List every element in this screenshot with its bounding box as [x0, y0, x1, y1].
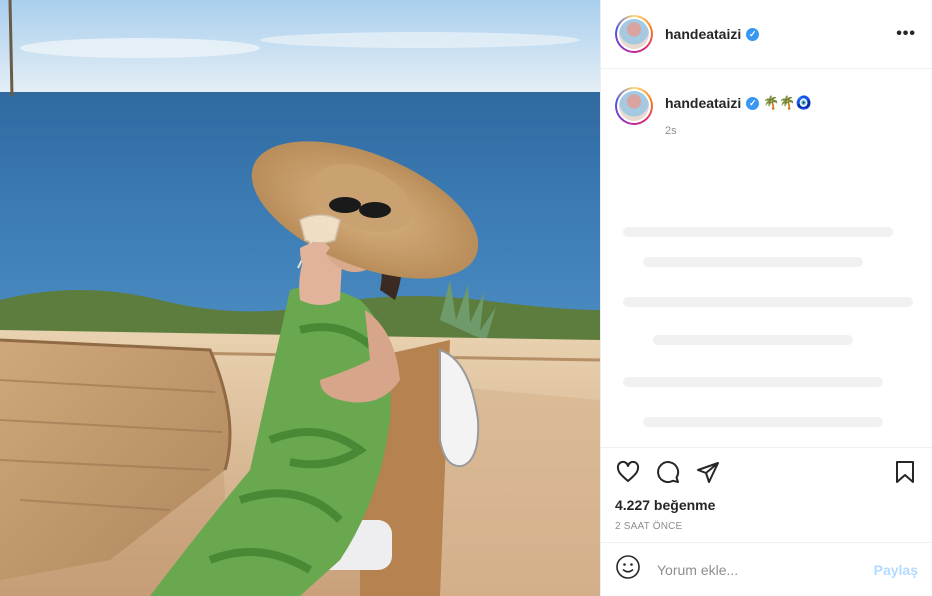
- bookmark-icon[interactable]: [892, 459, 918, 485]
- add-comment-bar: Paylaş: [601, 542, 932, 596]
- caption: handeataizi ✓ 🌴🌴🧿 2s: [615, 87, 918, 137]
- caption-avatar[interactable]: [615, 87, 653, 125]
- smiley-icon[interactable]: [615, 554, 641, 585]
- paper-plane-icon[interactable]: [695, 459, 721, 485]
- comment-input[interactable]: [655, 560, 874, 579]
- post-header: handeataizi ✓ •••: [601, 0, 932, 69]
- header-username[interactable]: handeataizi: [665, 26, 741, 42]
- comment-bubble-icon[interactable]: [655, 459, 681, 485]
- post-image[interactable]: [0, 0, 600, 596]
- heart-icon[interactable]: [615, 459, 641, 485]
- caption-time[interactable]: 2s: [665, 125, 812, 137]
- post-time-ago[interactable]: 2 SAAT ÖNCE: [615, 521, 918, 532]
- post-modal: handeataizi ✓ ••• handeataizi ✓ 🌴🌴🧿 2s 4…: [0, 0, 932, 596]
- blurred-comments: [613, 217, 920, 437]
- verified-badge-icon: ✓: [746, 27, 760, 41]
- like-count[interactable]: 4.227 beğenme: [615, 497, 918, 513]
- post-photo: [0, 0, 600, 596]
- caption-text: 🌴🌴🧿: [763, 95, 812, 111]
- share-comment-button[interactable]: Paylaş: [874, 562, 918, 578]
- post-sidebar: handeataizi ✓ ••• handeataizi ✓ 🌴🌴🧿 2s 4…: [600, 0, 932, 596]
- comments-area: handeataizi ✓ 🌴🌴🧿 2s: [601, 69, 932, 447]
- post-actions: 4.227 beğenme 2 SAAT ÖNCE: [601, 447, 932, 542]
- verified-badge-icon: ✓: [746, 96, 760, 110]
- caption-username[interactable]: handeataizi: [665, 95, 741, 111]
- avatar[interactable]: [615, 15, 653, 53]
- more-options-icon[interactable]: •••: [892, 25, 920, 43]
